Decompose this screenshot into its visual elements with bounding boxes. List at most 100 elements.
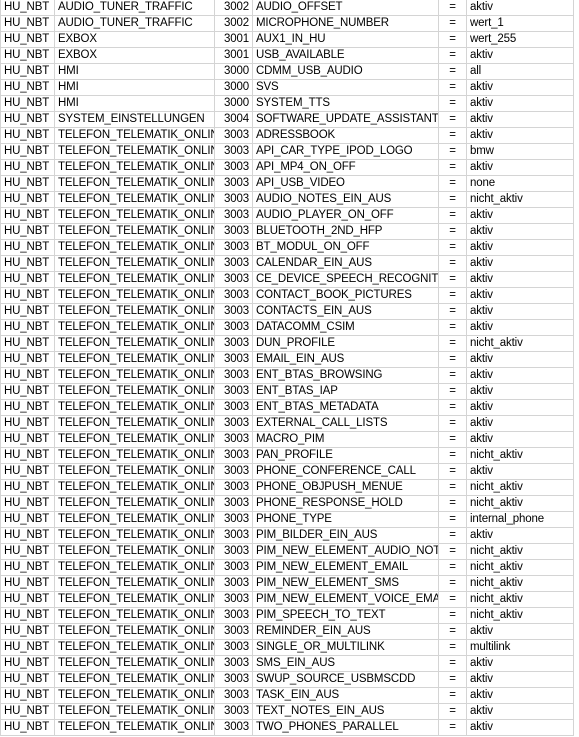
cell-value[interactable]: aktiv xyxy=(466,287,574,304)
cell-group[interactable]: TELEFON_TELEMATIK_ONLINE xyxy=(54,447,215,464)
cell-value[interactable]: nicht_aktiv xyxy=(466,447,574,464)
cell-parameter[interactable]: SOFTWARE_UPDATE_ASSISTANT xyxy=(252,111,439,128)
cell-value[interactable]: nicht_aktiv xyxy=(466,191,574,208)
cell-id[interactable]: 3004 xyxy=(214,111,253,128)
cell-operator[interactable]: = xyxy=(438,623,467,640)
cell-operator[interactable]: = xyxy=(438,639,467,656)
cell-id[interactable]: 3003 xyxy=(214,191,253,208)
cell-device[interactable]: HU_NBT xyxy=(0,351,55,368)
cell-operator[interactable]: = xyxy=(438,479,467,496)
cell-device[interactable]: HU_NBT xyxy=(0,623,55,640)
cell-value[interactable]: none xyxy=(466,175,574,192)
cell-value[interactable]: aktiv xyxy=(466,79,574,96)
cell-parameter[interactable]: PIM_NEW_ELEMENT_SMS xyxy=(252,575,439,592)
cell-group[interactable]: TELEFON_TELEMATIK_ONLINE xyxy=(54,655,215,672)
cell-value[interactable]: aktiv xyxy=(466,303,574,320)
cell-parameter[interactable]: USB_AVAILABLE xyxy=(252,47,439,64)
cell-id[interactable]: 3003 xyxy=(214,223,253,240)
cell-parameter[interactable]: PHONE_TYPE xyxy=(252,511,439,528)
cell-operator[interactable]: = xyxy=(438,719,467,736)
cell-parameter[interactable]: EMAIL_EIN_AUS xyxy=(252,351,439,368)
cell-operator[interactable]: = xyxy=(438,447,467,464)
cell-value[interactable]: aktiv xyxy=(466,47,574,64)
cell-operator[interactable]: = xyxy=(438,415,467,432)
cell-device[interactable]: HU_NBT xyxy=(0,0,55,16)
cell-value[interactable]: nicht_aktiv xyxy=(466,559,574,576)
cell-group[interactable]: TELEFON_TELEMATIK_ONLINE xyxy=(54,335,215,352)
cell-group[interactable]: TELEFON_TELEMATIK_ONLINE xyxy=(54,415,215,432)
cell-operator[interactable]: = xyxy=(438,143,467,160)
cell-device[interactable]: HU_NBT xyxy=(0,447,55,464)
cell-operator[interactable]: = xyxy=(438,431,467,448)
cell-operator[interactable]: = xyxy=(438,543,467,560)
cell-device[interactable]: HU_NBT xyxy=(0,159,55,176)
cell-parameter[interactable]: EXTERNAL_CALL_LISTS xyxy=(252,415,439,432)
cell-id[interactable]: 3003 xyxy=(214,559,253,576)
cell-id[interactable]: 3003 xyxy=(214,159,253,176)
cell-device[interactable]: HU_NBT xyxy=(0,719,55,736)
cell-operator[interactable]: = xyxy=(438,15,467,32)
cell-parameter[interactable]: ENT_BTAS_BROWSING xyxy=(252,367,439,384)
cell-parameter[interactable]: ENT_BTAS_METADATA xyxy=(252,399,439,416)
cell-device[interactable]: HU_NBT xyxy=(0,95,55,112)
cell-id[interactable]: 3003 xyxy=(214,543,253,560)
cell-group[interactable]: TELEFON_TELEMATIK_ONLINE xyxy=(54,559,215,576)
cell-operator[interactable]: = xyxy=(438,687,467,704)
cell-value[interactable]: aktiv xyxy=(466,367,574,384)
cell-operator[interactable]: = xyxy=(438,255,467,272)
cell-device[interactable]: HU_NBT xyxy=(0,319,55,336)
cell-id[interactable]: 3002 xyxy=(214,15,253,32)
cell-group[interactable]: AUDIO_TUNER_TRAFFIC xyxy=(54,0,215,16)
cell-parameter[interactable]: SMS_EIN_AUS xyxy=(252,655,439,672)
cell-parameter[interactable]: MACRO_PIM xyxy=(252,431,439,448)
cell-parameter[interactable]: SWUP_SOURCE_USBMSCDD xyxy=(252,671,439,688)
cell-value[interactable]: aktiv xyxy=(466,239,574,256)
cell-value[interactable]: nicht_aktiv xyxy=(466,495,574,512)
cell-id[interactable]: 3003 xyxy=(214,287,253,304)
cell-value[interactable]: aktiv xyxy=(466,687,574,704)
cell-id[interactable]: 3003 xyxy=(214,367,253,384)
cell-parameter[interactable]: AUX1_IN_HU xyxy=(252,31,439,48)
cell-id[interactable]: 3003 xyxy=(214,575,253,592)
cell-device[interactable]: HU_NBT xyxy=(0,15,55,32)
cell-group[interactable]: TELEFON_TELEMATIK_ONLINE xyxy=(54,543,215,560)
cell-id[interactable]: 3003 xyxy=(214,415,253,432)
cell-device[interactable]: HU_NBT xyxy=(0,463,55,480)
cell-parameter[interactable]: TASK_EIN_AUS xyxy=(252,687,439,704)
cell-group[interactable]: TELEFON_TELEMATIK_ONLINE xyxy=(54,287,215,304)
cell-value[interactable]: nicht_aktiv xyxy=(466,335,574,352)
cell-group[interactable]: HMI xyxy=(54,95,215,112)
cell-device[interactable]: HU_NBT xyxy=(0,399,55,416)
cell-id[interactable]: 3003 xyxy=(214,239,253,256)
cell-value[interactable]: all xyxy=(466,63,574,80)
cell-group[interactable]: TELEFON_TELEMATIK_ONLINE xyxy=(54,607,215,624)
cell-device[interactable]: HU_NBT xyxy=(0,495,55,512)
cell-parameter[interactable]: TEXT_NOTES_EIN_AUS xyxy=(252,703,439,720)
cell-operator[interactable]: = xyxy=(438,303,467,320)
cell-value[interactable]: aktiv xyxy=(466,431,574,448)
cell-device[interactable]: HU_NBT xyxy=(0,191,55,208)
cell-parameter[interactable]: CDMM_USB_AUDIO xyxy=(252,63,439,80)
cell-group[interactable]: TELEFON_TELEMATIK_ONLINE xyxy=(54,127,215,144)
cell-group[interactable]: TELEFON_TELEMATIK_ONLINE xyxy=(54,191,215,208)
cell-device[interactable]: HU_NBT xyxy=(0,655,55,672)
cell-group[interactable]: TELEFON_TELEMATIK_ONLINE xyxy=(54,527,215,544)
cell-device[interactable]: HU_NBT xyxy=(0,639,55,656)
cell-value[interactable]: aktiv xyxy=(466,159,574,176)
cell-parameter[interactable]: TWO_PHONES_PARALLEL xyxy=(252,719,439,736)
cell-value[interactable]: aktiv xyxy=(466,127,574,144)
cell-operator[interactable]: = xyxy=(438,559,467,576)
cell-device[interactable]: HU_NBT xyxy=(0,415,55,432)
cell-group[interactable]: HMI xyxy=(54,63,215,80)
cell-operator[interactable]: = xyxy=(438,191,467,208)
cell-id[interactable]: 3003 xyxy=(214,127,253,144)
cell-parameter[interactable]: PIM_NEW_ELEMENT_AUDIO_NOTE xyxy=(252,543,439,560)
cell-parameter[interactable]: BLUETOOTH_2ND_HFP xyxy=(252,223,439,240)
cell-operator[interactable]: = xyxy=(438,207,467,224)
cell-device[interactable]: HU_NBT xyxy=(0,591,55,608)
cell-operator[interactable]: = xyxy=(438,127,467,144)
cell-group[interactable]: SYSTEM_EINSTELLUNGEN xyxy=(54,111,215,128)
cell-value[interactable]: aktiv xyxy=(466,319,574,336)
cell-value[interactable]: aktiv xyxy=(466,271,574,288)
cell-group[interactable]: TELEFON_TELEMATIK_ONLINE xyxy=(54,143,215,160)
